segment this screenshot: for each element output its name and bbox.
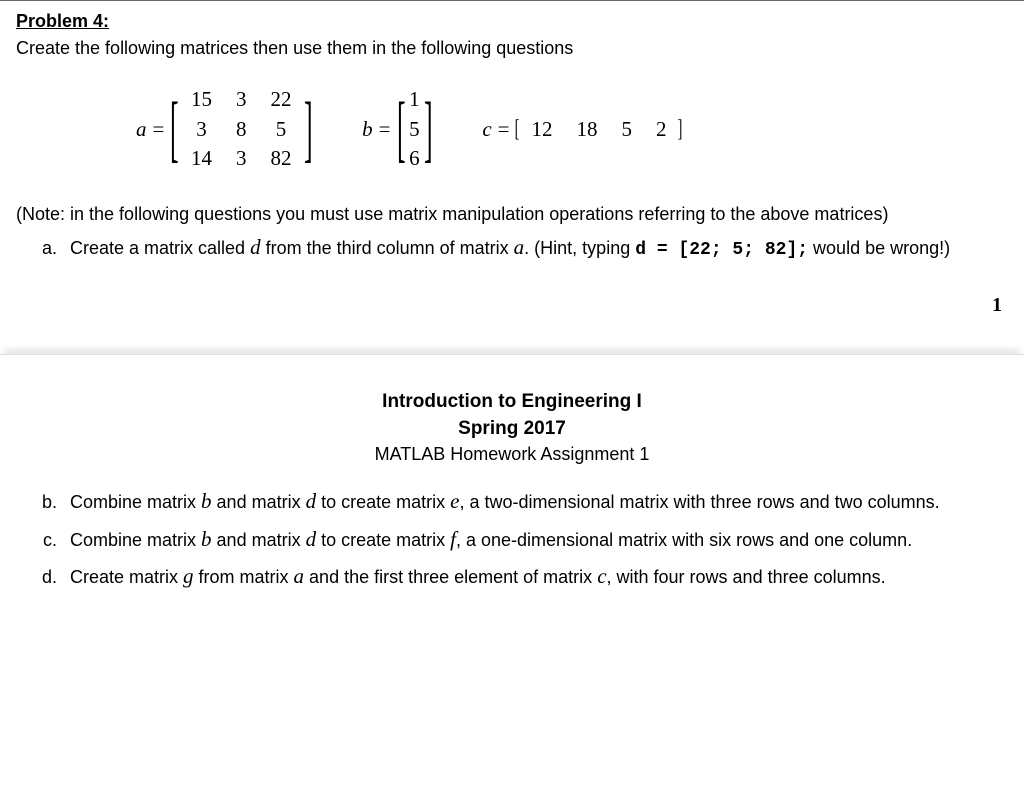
matrix-c-label: c — [482, 115, 491, 144]
matrix-a-body: [ 15 3 22 3 8 5 14 3 82 — [170, 85, 312, 173]
equals-sign: = — [153, 115, 165, 144]
var-d: d — [306, 527, 317, 551]
matrix-c: c = [ 12 18 5 2 ] — [482, 113, 682, 147]
matrix-b-label: b — [362, 115, 373, 144]
document-page: Problem 4: Create the following matrices… — [0, 0, 1024, 619]
left-bracket: [ — [397, 104, 406, 156]
text: , a one-dimensional matrix with six rows… — [456, 530, 912, 550]
problem-instruction: Create the following matrices then use t… — [16, 36, 1008, 61]
part-b: Combine matrix b and matrix d to create … — [62, 487, 1008, 516]
matrix-cell: 5 — [405, 115, 424, 144]
text: and the first three element of matrix — [304, 567, 597, 587]
right-bracket: ] — [424, 104, 433, 156]
var-g: g — [183, 564, 194, 588]
header-course: Introduction to Engineering I — [16, 389, 1008, 416]
left-bracket: [ — [170, 104, 179, 156]
var-a: a — [514, 235, 525, 259]
text: and matrix — [212, 530, 306, 550]
right-bracket: ] — [304, 104, 313, 156]
part-a: Create a matrix called d from the third … — [62, 233, 1008, 263]
matrix-cell: 6 — [405, 144, 424, 173]
matrix-cell: 5 — [609, 115, 644, 144]
header-assignment: MATLAB Homework Assignment 1 — [16, 442, 1008, 467]
var-d: d — [250, 235, 261, 259]
parts-list: Create a matrix called d from the third … — [16, 233, 1008, 263]
page-number: 1 — [16, 291, 1008, 319]
text: and matrix — [212, 492, 306, 512]
header-term: Spring 2017 — [16, 416, 1008, 443]
right-bracket: ] — [678, 113, 683, 147]
matrix-cell: 3 — [224, 85, 259, 114]
page-break-shadow — [16, 319, 1008, 389]
matrix-b: b = [ 1 5 6 ] — [362, 85, 432, 173]
matrix-a: a = [ 15 3 22 3 8 5 14 — [136, 85, 312, 173]
equations-row: a = [ 15 3 22 3 8 5 14 — [136, 85, 1008, 173]
matrix-cell: 12 — [519, 115, 564, 144]
text: . (Hint, typing — [524, 238, 635, 258]
text: Combine matrix — [70, 492, 201, 512]
matrix-cell: 3 — [224, 144, 259, 173]
text: would be wrong!) — [808, 238, 950, 258]
matrix-cell: 15 — [179, 85, 224, 114]
code-sample: d = [22; 5; 82]; — [635, 240, 808, 260]
matrix-cell: 14 — [179, 144, 224, 173]
part-c: Combine matrix b and matrix d to create … — [62, 525, 1008, 554]
matrix-cell: 22 — [259, 85, 304, 114]
equals-sign: = — [498, 115, 510, 144]
part-d: Create matrix g from matrix a and the fi… — [62, 562, 1008, 591]
matrix-cell: 82 — [259, 144, 304, 173]
matrix-cell: 8 — [224, 115, 259, 144]
equals-sign: = — [379, 115, 391, 144]
text: , a two-dimensional matrix with three ro… — [459, 492, 939, 512]
matrix-c-body: [ 12 18 5 2 ] — [515, 113, 682, 147]
var-a: a — [294, 564, 305, 588]
matrix-cell: 5 — [259, 115, 304, 144]
text: from matrix — [194, 567, 294, 587]
matrix-b-body: [ 1 5 6 ] — [397, 85, 433, 173]
problem-title: Problem 4: — [16, 9, 1008, 34]
text: to create matrix — [316, 492, 450, 512]
matrix-cell: 1 — [405, 85, 424, 114]
var-c: c — [597, 564, 606, 588]
text: Create a matrix called — [70, 238, 250, 258]
text: Create matrix — [70, 567, 183, 587]
page-header: Introduction to Engineering I Spring 201… — [16, 389, 1008, 467]
left-bracket: [ — [515, 113, 520, 147]
text: from the third column of matrix — [261, 238, 514, 258]
text: Combine matrix — [70, 530, 201, 550]
var-b: b — [201, 527, 212, 551]
note-text: (Note: in the following questions you mu… — [16, 202, 1008, 227]
var-d: d — [306, 489, 317, 513]
matrix-cell: 18 — [564, 115, 609, 144]
text: to create matrix — [316, 530, 450, 550]
matrix-a-label: a — [136, 115, 147, 144]
var-b: b — [201, 489, 212, 513]
matrix-cell: 3 — [179, 115, 224, 144]
text: , with four rows and three columns. — [607, 567, 886, 587]
matrix-cell: 2 — [644, 115, 679, 144]
parts-list-continued: Combine matrix b and matrix d to create … — [16, 487, 1008, 591]
